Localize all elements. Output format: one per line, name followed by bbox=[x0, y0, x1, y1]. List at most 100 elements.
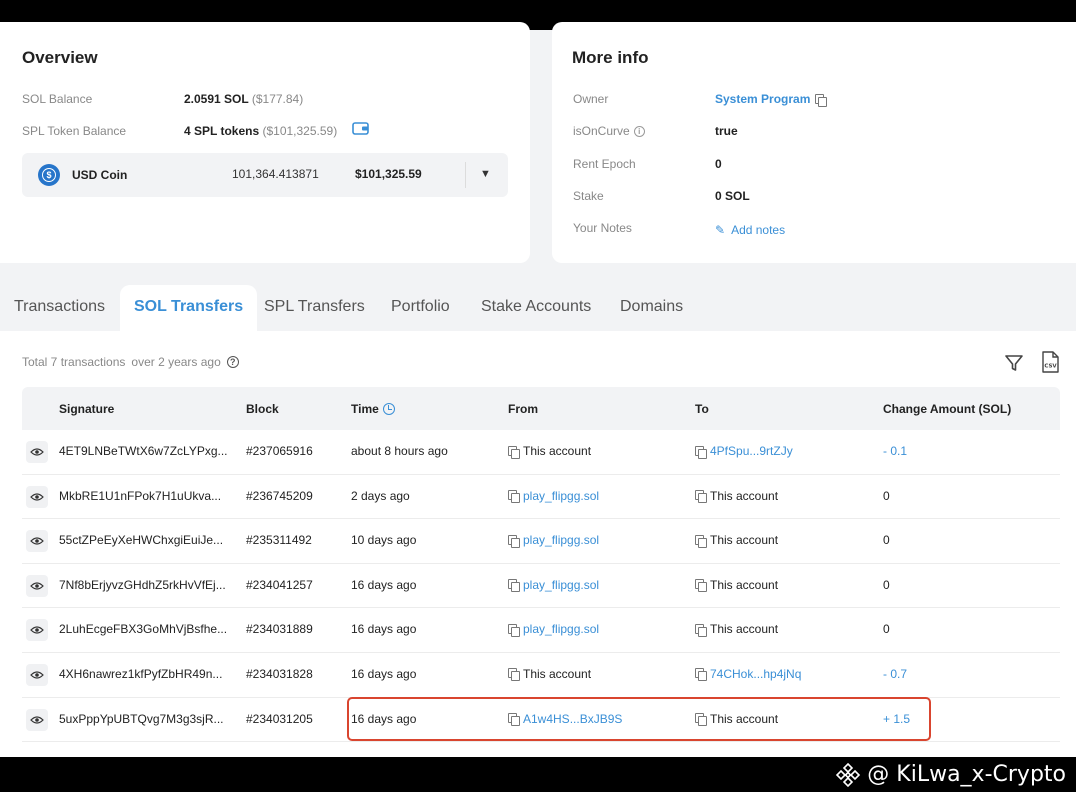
eye-icon[interactable] bbox=[26, 574, 48, 597]
sol-balance-value: 2.0591 SOL ($177.84) bbox=[184, 92, 303, 106]
overview-title: Overview bbox=[22, 48, 98, 67]
binance-logo-icon bbox=[836, 762, 861, 787]
copy-icon[interactable] bbox=[508, 490, 520, 504]
from-address[interactable]: play_flipgg.sol bbox=[523, 489, 599, 503]
from-cell: This account bbox=[508, 666, 592, 682]
block-link[interactable]: #237065916 bbox=[246, 444, 313, 458]
copy-icon[interactable] bbox=[695, 579, 707, 593]
change-amount: - 0.1 bbox=[883, 444, 908, 458]
signature-link[interactable]: 7Nf8bErjyvzGHdhZ5rkHvVfEj... bbox=[59, 578, 226, 592]
change-amount: 0 bbox=[883, 533, 890, 548]
add-notes-button[interactable]: ✎ Add notes bbox=[715, 223, 785, 237]
signature-link[interactable]: 4XH6nawrez1kfPyfZbHR49n... bbox=[59, 667, 222, 681]
overview-card: Overview SOL Balance 2.0591 SOL ($177.84… bbox=[0, 22, 530, 263]
tab-transactions[interactable]: Transactions bbox=[14, 285, 105, 331]
time-cell: 2 days ago bbox=[351, 488, 410, 503]
from-address[interactable]: play_flipgg.sol bbox=[523, 578, 599, 592]
copy-icon[interactable] bbox=[508, 534, 520, 548]
is-on-curve-value: true bbox=[715, 124, 738, 138]
owner-value[interactable]: System Program bbox=[715, 92, 828, 107]
owner-link[interactable]: System Program bbox=[715, 92, 810, 106]
to-address[interactable]: 4PfSpu...9rtZJy bbox=[710, 444, 793, 458]
to-cell[interactable]: 74CHok...hp4jNq bbox=[695, 667, 801, 682]
from-address: This account bbox=[523, 666, 592, 681]
block-link[interactable]: #234031828 bbox=[246, 667, 313, 681]
tab-spl-transfers[interactable]: SPL Transfers bbox=[264, 285, 365, 331]
header-change-amount: Change Amount (SOL) bbox=[883, 402, 1012, 416]
copy-icon[interactable] bbox=[695, 534, 707, 548]
filter-icon[interactable] bbox=[1004, 353, 1024, 373]
change-amount: 0 bbox=[883, 577, 890, 592]
copy-icon[interactable] bbox=[508, 668, 520, 682]
total-transactions: Total 7 transactions bbox=[22, 355, 126, 369]
time-cell: 10 days ago bbox=[351, 533, 417, 548]
eye-icon[interactable] bbox=[26, 663, 48, 686]
eye-icon[interactable] bbox=[26, 708, 48, 731]
from-address[interactable]: play_flipgg.sol bbox=[523, 622, 599, 636]
signature-link[interactable]: 2LuhEcgeFBX3GoMhVjBsfhe... bbox=[59, 622, 227, 636]
copy-icon[interactable] bbox=[508, 445, 520, 459]
copy-icon[interactable] bbox=[508, 579, 520, 593]
header-from: From bbox=[508, 402, 538, 416]
from-address[interactable]: play_flipgg.sol bbox=[523, 533, 599, 547]
help-icon[interactable]: ? bbox=[226, 356, 239, 368]
svg-text:CSV: CSV bbox=[1044, 363, 1057, 369]
block-link[interactable]: #235311492 bbox=[246, 533, 312, 547]
from-cell[interactable]: play_flipgg.sol bbox=[508, 533, 599, 548]
copy-icon[interactable] bbox=[695, 623, 707, 637]
copy-icon[interactable] bbox=[508, 623, 520, 637]
watermark-text: @ KiLwa_x-Crypto bbox=[867, 762, 1066, 787]
to-cell: This account bbox=[695, 578, 778, 593]
header-time[interactable]: Time bbox=[351, 402, 395, 416]
clock-icon[interactable] bbox=[382, 403, 395, 415]
from-cell[interactable]: play_flipgg.sol bbox=[508, 622, 599, 637]
to-cell[interactable]: 4PfSpu...9rtZJy bbox=[695, 444, 793, 459]
your-notes-label: Your Notes bbox=[573, 221, 632, 235]
block-link[interactable]: #236745209 bbox=[246, 489, 313, 503]
eye-icon[interactable] bbox=[26, 619, 48, 642]
tab-domains[interactable]: Domains bbox=[620, 285, 683, 331]
tab-sol-transfers[interactable]: SOL Transfers bbox=[120, 285, 258, 331]
copy-icon[interactable] bbox=[695, 445, 707, 459]
change-amount: - 0.7 bbox=[883, 666, 908, 681]
eye-icon[interactable] bbox=[26, 530, 48, 553]
block-link[interactable]: #234041257 bbox=[246, 578, 313, 592]
time-cell: about 8 hours ago bbox=[351, 444, 448, 458]
signature-link[interactable]: MkbRE1U1nFPok7H1uUkva... bbox=[59, 489, 221, 503]
spl-balance-usd: ($101,325.59) bbox=[262, 124, 338, 138]
signature-link[interactable]: 55ctZPeEyXeHWChxgiEuiJe... bbox=[59, 533, 223, 547]
from-cell: This account bbox=[508, 444, 591, 459]
token-select-usd-coin[interactable]: $ USD Coin 101,364.413871 $101,325.59 ▼ bbox=[22, 153, 508, 197]
copy-icon[interactable] bbox=[695, 490, 707, 504]
block-link[interactable]: #234031889 bbox=[246, 622, 313, 636]
table-header: Signature Block Time From To Change Amou… bbox=[22, 387, 1060, 430]
is-on-curve-label: isOnCurve i bbox=[573, 124, 645, 138]
rent-epoch-value: 0 bbox=[715, 157, 722, 171]
chevron-down-icon[interactable]: ▼ bbox=[480, 168, 491, 180]
token-amount: 101,364.413871 bbox=[232, 167, 319, 181]
header-block: Block bbox=[246, 402, 279, 416]
eye-icon[interactable] bbox=[26, 485, 48, 508]
time-cell: 16 days ago bbox=[351, 577, 417, 592]
block-link[interactable]: #234031205 bbox=[246, 712, 313, 726]
copy-icon[interactable] bbox=[815, 93, 828, 107]
rent-epoch-label: Rent Epoch bbox=[573, 157, 636, 171]
copy-icon[interactable] bbox=[695, 668, 707, 682]
tab-stake-accounts[interactable]: Stake Accounts bbox=[481, 285, 591, 331]
info-icon[interactable]: i bbox=[633, 125, 645, 137]
token-name: USD Coin bbox=[72, 168, 128, 182]
tab-portfolio[interactable]: Portfolio bbox=[391, 285, 450, 331]
signature-link[interactable]: 5uxPppYpUBTQvg7M3g3sjR... bbox=[59, 712, 224, 726]
change-amount: 0 bbox=[883, 622, 890, 637]
wallet-icon[interactable] bbox=[352, 121, 370, 136]
transfers-table: Signature Block Time From To Change Amou… bbox=[22, 387, 1060, 743]
from-cell[interactable]: play_flipgg.sol bbox=[508, 578, 599, 593]
eye-icon[interactable] bbox=[26, 441, 48, 463]
table-row: MkbRE1U1nFPok7H1uUkva... #236745209 2 days… bbox=[22, 475, 1060, 520]
more-info-title: More info bbox=[572, 48, 649, 67]
csv-export-icon[interactable]: CSV bbox=[1040, 351, 1060, 373]
to-address: This account bbox=[710, 622, 779, 637]
from-cell[interactable]: play_flipgg.sol bbox=[508, 489, 599, 504]
signature-link[interactable]: 4ET9LNBeTWtX6w7ZcLYPxg... bbox=[59, 444, 228, 458]
to-address[interactable]: 74CHok...hp4jNq bbox=[710, 667, 801, 681]
